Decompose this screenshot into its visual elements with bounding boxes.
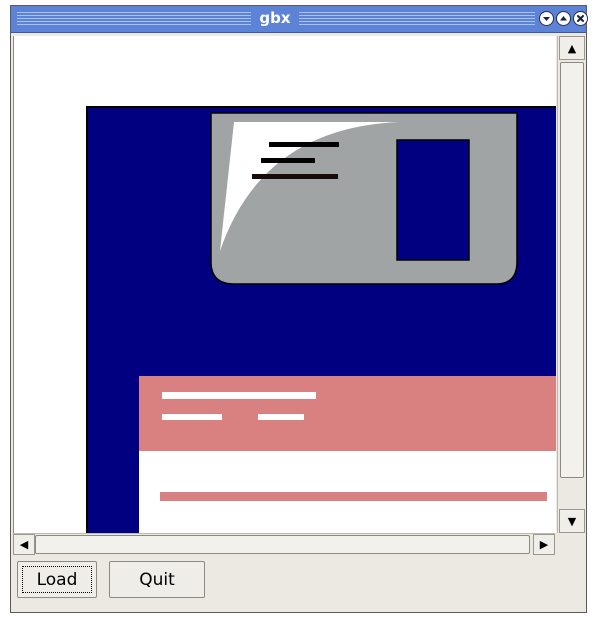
label-band xyxy=(139,376,556,451)
glare-line xyxy=(269,142,339,147)
minimize-icon xyxy=(543,17,550,21)
label-line xyxy=(162,414,222,420)
title-stripes-right xyxy=(299,12,535,25)
vertical-scrollbar[interactable]: ▲ ▼ xyxy=(557,36,586,533)
arrow-right-icon: ▶ xyxy=(539,538,549,551)
shutter-window xyxy=(396,139,470,261)
load-button-label: Load xyxy=(22,566,92,593)
title-stripes-left xyxy=(17,12,251,25)
label-stripe xyxy=(160,492,547,501)
horizontal-scroll-thumb[interactable] xyxy=(35,535,530,554)
glare-line xyxy=(261,158,315,163)
arrow-left-icon: ◀ xyxy=(19,538,29,551)
floppy-disk-icon xyxy=(86,106,556,533)
quit-button-label: Quit xyxy=(139,569,175,590)
quit-button[interactable]: Quit xyxy=(109,561,205,598)
horizontal-scrollbar[interactable]: ◀ ▶ xyxy=(13,533,555,555)
label-line xyxy=(162,392,316,399)
load-button[interactable]: Load xyxy=(17,561,97,598)
close-icon xyxy=(577,15,584,22)
maximize-icon xyxy=(560,16,567,21)
maximize-button[interactable] xyxy=(556,11,571,26)
image-canvas[interactable] xyxy=(13,36,556,533)
scroll-right-button[interactable]: ▶ xyxy=(533,534,555,555)
title-bar[interactable]: gbx xyxy=(11,6,588,33)
glare-line xyxy=(252,174,338,179)
scroll-left-button[interactable]: ◀ xyxy=(13,534,35,555)
arrow-down-icon: ▼ xyxy=(567,514,577,528)
window-title: gbx xyxy=(259,9,291,27)
scroll-up-button[interactable]: ▲ xyxy=(559,36,585,60)
main-window: gbx ▲ ▼ ◀ ▶ Load Quit xyxy=(10,5,588,613)
close-button[interactable] xyxy=(573,11,588,26)
label-line xyxy=(258,414,304,420)
minimize-button[interactable] xyxy=(539,11,554,26)
scroll-down-button[interactable]: ▼ xyxy=(559,509,585,533)
arrow-up-icon: ▲ xyxy=(567,41,577,55)
scrollbar-corner xyxy=(555,533,586,555)
vertical-scroll-thumb[interactable] xyxy=(560,62,584,478)
